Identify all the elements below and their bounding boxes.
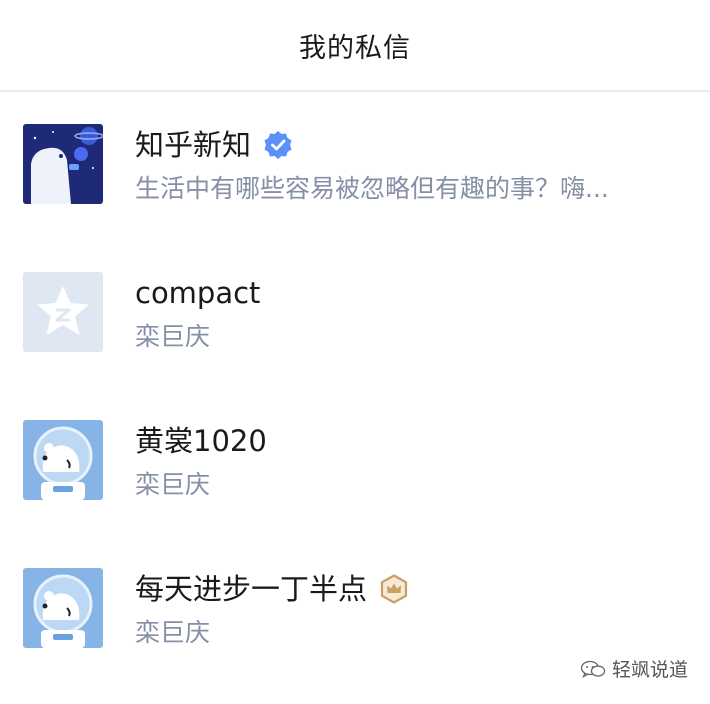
conversation-name: compact xyxy=(135,276,260,310)
crown-badge-icon xyxy=(379,574,409,604)
conversation-name-text: 黄裳1020 xyxy=(135,424,267,458)
astronaut-bear-avatar-icon[interactable] xyxy=(23,568,103,648)
conversation-item-zhihu-xinzhi[interactable]: 知乎新知 生活中有哪些容易被忽略但有趣的事？嗨... xyxy=(0,92,710,212)
conversation-preview: 栾巨庆 xyxy=(135,322,211,351)
conversation-name-text: compact xyxy=(135,276,261,310)
conversation-item-huangshang1020[interactable]: 黄裳1020 栾巨庆 xyxy=(0,388,710,508)
watermark: 轻飒说道 xyxy=(580,655,688,682)
conversation-name: 黄裳1020 xyxy=(135,424,267,458)
conversation-item-compact[interactable]: compact 栾巨庆 xyxy=(0,240,710,360)
conversation-name-text: 知乎新知 xyxy=(135,128,252,162)
conversation-preview: 生活中有哪些容易被忽略但有趣的事？嗨... xyxy=(135,174,609,203)
space-bear-avatar-icon[interactable] xyxy=(23,124,103,204)
default-star-avatar-icon[interactable] xyxy=(23,272,103,352)
wechat-icon xyxy=(580,660,606,678)
verified-badge-icon xyxy=(263,130,293,160)
conversation-preview: 栾巨庆 xyxy=(135,618,211,647)
conversation-preview: 栾巨庆 xyxy=(135,470,211,499)
watermark-text: 轻飒说道 xyxy=(611,659,688,681)
conversation-name-text: 每天进步一丁半点 xyxy=(135,572,368,606)
astronaut-bear-avatar-icon[interactable] xyxy=(23,420,103,500)
conversation-name: 知乎新知 xyxy=(135,128,293,162)
page-title: 我的私信 xyxy=(299,33,411,64)
conversation-name: 每天进步一丁半点 xyxy=(135,572,409,606)
page-header: 我的私信 xyxy=(0,0,710,92)
conversation-item-meitian-jinbu[interactable]: 每天进步一丁半点 栾巨庆 xyxy=(0,536,710,656)
